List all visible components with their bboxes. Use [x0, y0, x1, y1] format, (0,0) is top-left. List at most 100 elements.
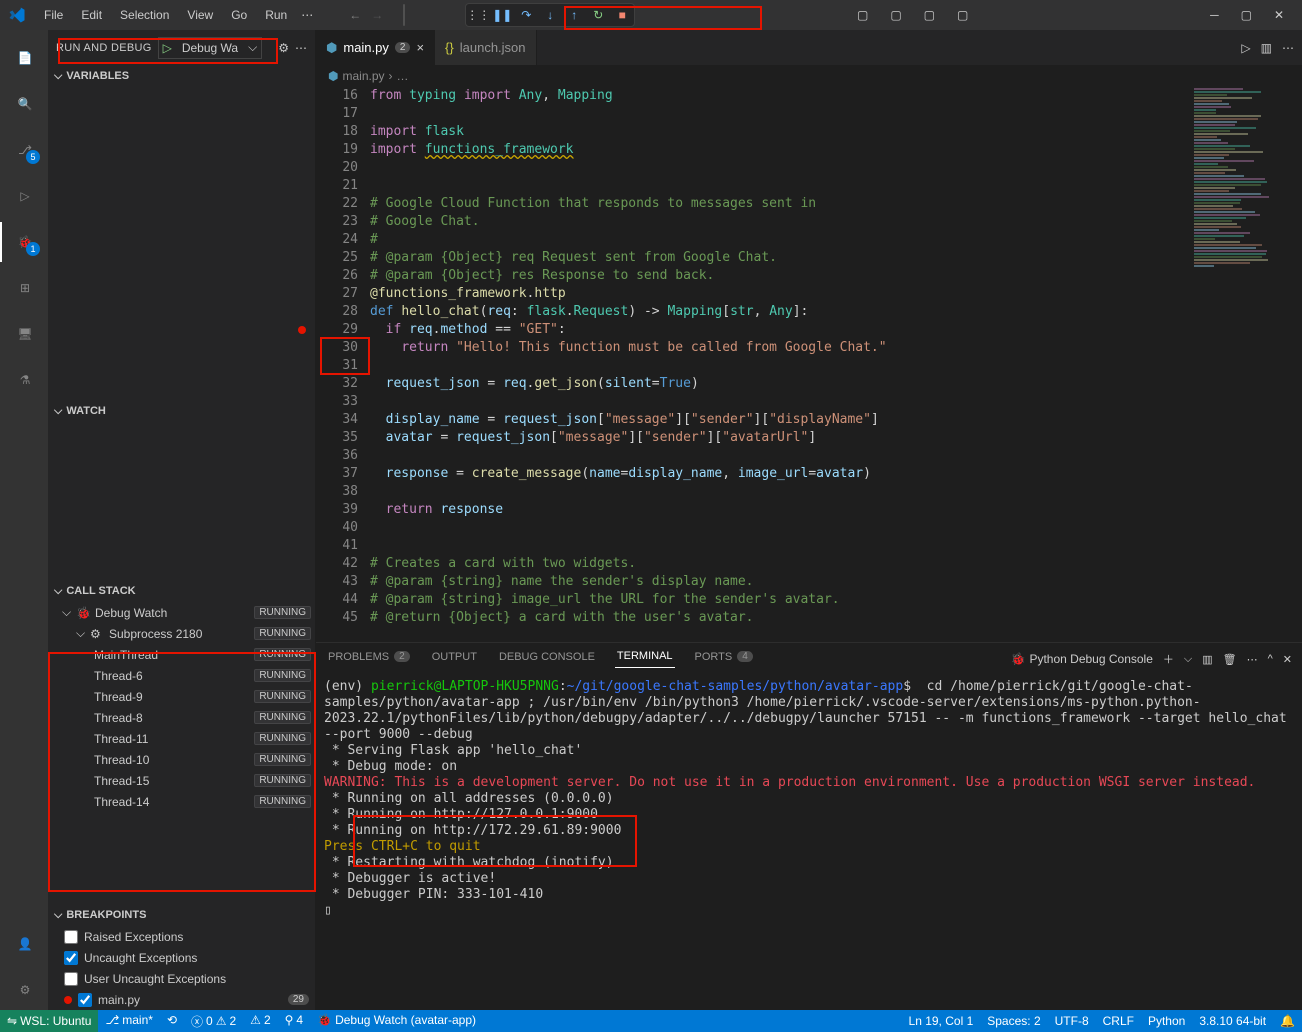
- step-into-icon[interactable]: ↓: [542, 7, 558, 23]
- menu-file[interactable]: File: [36, 4, 71, 26]
- status-Ln 19, Col 1[interactable]: Ln 19, Col 1: [902, 1014, 981, 1028]
- tab-launch.json[interactable]: {} launch.json: [435, 30, 536, 65]
- status-error[interactable]: ⓧ0 ⚠2: [184, 1013, 243, 1030]
- terminal-selector[interactable]: 🐞Python Debug Console: [1011, 652, 1153, 666]
- chevron-down-icon[interactable]: ⌵: [1184, 653, 1192, 666]
- callstack-row[interactable]: ⌵🐞Debug WatchRUNNING: [48, 602, 315, 623]
- panel-tab-ports[interactable]: PORTS 4: [693, 651, 755, 668]
- activity-search[interactable]: 🔍: [0, 84, 48, 124]
- bp-user-uncaught-exceptions[interactable]: User Uncaught Exceptions: [48, 968, 315, 989]
- split-terminal-icon[interactable]: ▥: [1202, 653, 1212, 666]
- panel-right-icon[interactable]: ▢: [914, 2, 945, 28]
- start-debug-icon[interactable]: ▷: [159, 41, 176, 55]
- bp-raised-exceptions[interactable]: Raised Exceptions: [48, 926, 315, 947]
- more-icon[interactable]: ⋯: [1247, 653, 1258, 666]
- activity-explorer[interactable]: 📄: [0, 38, 48, 78]
- code-editor[interactable]: 1617181920212223242526272829303132333435…: [316, 87, 1302, 642]
- thread-row[interactable]: Thread-10RUNNING: [48, 749, 315, 770]
- activity-run[interactable]: ▷: [0, 176, 48, 216]
- status-warning[interactable]: ⚠2: [243, 1013, 277, 1027]
- debug-config-select[interactable]: ▷ Debug Wa ⌵: [158, 37, 263, 59]
- menu-more-icon[interactable]: ⋯: [295, 4, 319, 26]
- thread-row[interactable]: MainThreadRUNNING: [48, 644, 315, 665]
- status-bell[interactable]: 🔔: [1273, 1014, 1302, 1028]
- activity-settings[interactable]: ⚙: [0, 970, 48, 1010]
- activity-debug[interactable]: 🐞1: [0, 222, 48, 262]
- panel-bottom-icon[interactable]: ▢: [880, 2, 911, 28]
- layout-grid-icon[interactable]: ▢: [947, 2, 978, 28]
- close-icon[interactable]: ×: [416, 40, 424, 55]
- thread-row[interactable]: Thread-11RUNNING: [48, 728, 315, 749]
- maximize-panel-icon[interactable]: ^: [1268, 653, 1273, 665]
- status-UTF-8[interactable]: UTF-8: [1048, 1014, 1096, 1028]
- pause-icon[interactable]: ❚❚: [494, 7, 510, 23]
- remote-indicator[interactable]: ⇋WSL: Ubuntu: [0, 1010, 98, 1032]
- thread-row[interactable]: Thread-15RUNNING: [48, 770, 315, 791]
- status-sync[interactable]: ⟲: [160, 1013, 184, 1027]
- menu-selection[interactable]: Selection: [112, 4, 177, 26]
- activity-accounts[interactable]: 👤: [0, 924, 48, 964]
- checkbox[interactable]: [64, 930, 78, 944]
- trash-icon[interactable]: 🗑: [1223, 653, 1237, 666]
- thread-row[interactable]: Thread-9RUNNING: [48, 686, 315, 707]
- gear-icon[interactable]: ⚙: [278, 41, 289, 55]
- terminal-output[interactable]: (env) pierrick@LAPTOP-HKU5PNNG:~/git/goo…: [316, 675, 1302, 1010]
- command-center[interactable]: [403, 4, 405, 26]
- status-CRLF[interactable]: CRLF: [1096, 1014, 1141, 1028]
- panel-tab-problems[interactable]: PROBLEMS 2: [326, 651, 412, 668]
- breakpoint-dot-icon[interactable]: [298, 326, 306, 334]
- status-Python[interactable]: Python: [1141, 1014, 1192, 1028]
- nav-fwd-icon[interactable]: →: [371, 8, 383, 22]
- thread-row[interactable]: Thread-6RUNNING: [48, 665, 315, 686]
- status-3.8.10 64-bit[interactable]: 3.8.10 64-bit: [1192, 1014, 1273, 1028]
- tab-main.py[interactable]: ⬢ main.py 2 ×: [316, 30, 435, 65]
- breadcrumb[interactable]: ⬢ main.py › …: [316, 65, 1302, 87]
- restart-icon[interactable]: ↻: [590, 7, 606, 23]
- window-minimize[interactable]: ─: [1200, 2, 1229, 28]
- menu-edit[interactable]: Edit: [73, 4, 110, 26]
- panel-tab-output[interactable]: OUTPUT: [430, 651, 479, 668]
- panel-tab-terminal[interactable]: TERMINAL: [615, 650, 675, 668]
- window-close[interactable]: ✕: [1264, 2, 1294, 28]
- thread-row[interactable]: Thread-8RUNNING: [48, 707, 315, 728]
- menu-go[interactable]: Go: [223, 4, 255, 26]
- state-badge: RUNNING: [254, 690, 311, 703]
- more-icon[interactable]: ⋯: [295, 41, 307, 55]
- activity-test[interactable]: ⚗: [0, 360, 48, 400]
- panel-left-icon[interactable]: ▢: [847, 2, 878, 28]
- drag-icon[interactable]: ⋮⋮: [470, 7, 486, 23]
- thread-row[interactable]: Thread-14RUNNING: [48, 791, 315, 812]
- callstack-row[interactable]: ⌵⚙Subprocess 2180RUNNING: [48, 623, 315, 644]
- activity-remote[interactable]: 🖥: [0, 314, 48, 354]
- section-variables[interactable]: ⌵VARIABLES: [48, 65, 315, 87]
- new-terminal-icon[interactable]: ＋: [1163, 651, 1174, 667]
- status-debug[interactable]: 🐞Debug Watch (avatar-app): [310, 1013, 483, 1027]
- bp-file[interactable]: main.py29: [48, 989, 315, 1010]
- checkbox[interactable]: [64, 951, 78, 965]
- checkbox[interactable]: [64, 972, 78, 986]
- chevron-down-icon[interactable]: ⌵: [244, 40, 261, 55]
- bp-uncaught-exceptions[interactable]: Uncaught Exceptions: [48, 947, 315, 968]
- minimap[interactable]: [1194, 87, 1290, 247]
- section-watch[interactable]: ⌵WATCH: [48, 400, 315, 422]
- more-icon[interactable]: ⋯: [1282, 41, 1294, 55]
- activity-extensions[interactable]: ⊞: [0, 268, 48, 308]
- step-out-icon[interactable]: ↑: [566, 7, 582, 23]
- panel-tab-debug-console[interactable]: DEBUG CONSOLE: [497, 651, 597, 668]
- section-callstack[interactable]: ⌵CALL STACK: [48, 580, 315, 602]
- close-panel-icon[interactable]: ✕: [1283, 653, 1292, 666]
- stop-icon[interactable]: ■: [614, 7, 630, 23]
- status-Spaces: 2[interactable]: Spaces: 2: [980, 1014, 1047, 1028]
- nav-back-icon[interactable]: ←: [349, 8, 361, 22]
- checkbox[interactable]: [78, 993, 92, 1007]
- window-maximize[interactable]: ▢: [1231, 2, 1262, 28]
- run-icon[interactable]: ▷: [1241, 41, 1250, 55]
- step-over-icon[interactable]: ↷: [518, 7, 534, 23]
- activity-scm[interactable]: ⎇5: [0, 130, 48, 170]
- status-branch[interactable]: ⎇main*: [98, 1013, 160, 1027]
- section-breakpoints[interactable]: ⌵BREAKPOINTS: [48, 904, 315, 926]
- status-radio[interactable]: ⚲4: [278, 1013, 310, 1027]
- menu-view[interactable]: View: [179, 4, 221, 26]
- split-icon[interactable]: ▥: [1261, 41, 1272, 55]
- menu-run[interactable]: Run: [257, 4, 295, 26]
